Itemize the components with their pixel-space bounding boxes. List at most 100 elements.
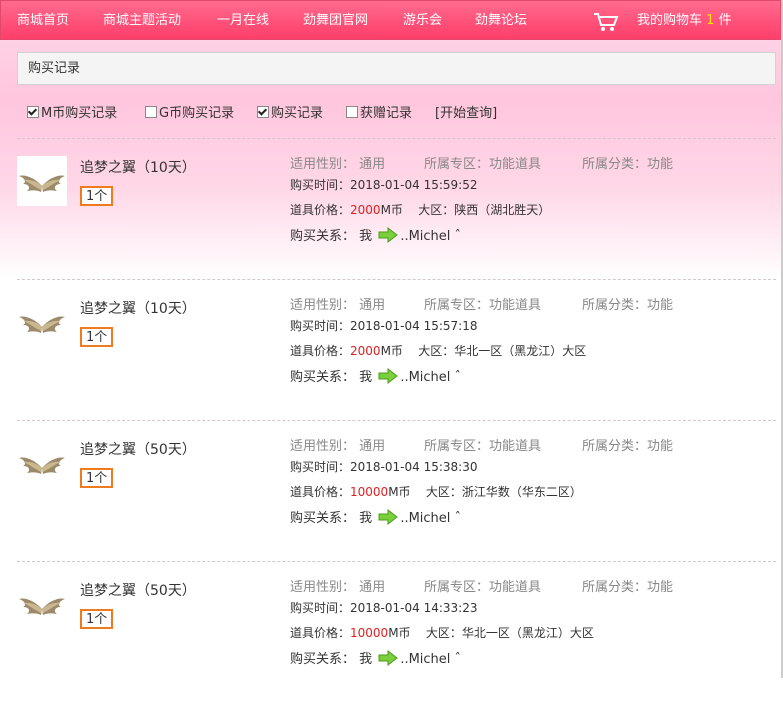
relation-me: 我 xyxy=(359,511,373,526)
purchase-relation: 购买关系： 我 ..Michel ˆ xyxy=(290,507,461,526)
cart-unit: 件 xyxy=(718,13,732,28)
filter-purchase[interactable]: 购买记录 xyxy=(257,105,323,123)
item-thumbnail xyxy=(17,297,67,347)
price-info: 道具价格：2000M币 大区：陕西（湖北胜天） xyxy=(290,201,550,218)
filter-g-coin[interactable]: G币购买记录 xyxy=(145,105,234,123)
category-info: 所属分类：功能 xyxy=(582,576,673,595)
zone-label: 所属专区： xyxy=(424,157,490,172)
gender-label: 适用性别： xyxy=(290,439,356,454)
record-row: 追梦之翼（50天） 1个 适用性别： 通用 所属专区：功能道具 所属分类：功能 购买时间：… xyxy=(0,561,781,702)
checkbox-g-coin[interactable] xyxy=(145,106,157,118)
page: 商城首页 商城主题活动 一月在线 劲舞团官网 游乐会 劲舞论坛 我的购物车 1 … xyxy=(0,0,783,678)
gender-info: 适用性别： 通用 xyxy=(290,294,385,313)
nav-item-forum[interactable]: 劲舞论坛 xyxy=(475,1,527,41)
nav-item-mall-events[interactable]: 商城主题活动 xyxy=(103,1,181,41)
relation-me: 我 xyxy=(359,370,373,385)
relation-label: 购买关系： xyxy=(290,370,356,385)
relation-label: 购买关系： xyxy=(290,511,356,526)
region-label: 大区： xyxy=(418,344,455,358)
purchase-relation: 购买关系： 我 ..Michel ˆ xyxy=(290,225,461,244)
item-thumbnail xyxy=(17,156,67,206)
relation-label: 购买关系： xyxy=(290,229,356,244)
zone-value: 功能道具 xyxy=(489,298,542,313)
time-label: 购买时间： xyxy=(290,460,351,474)
shopping-cart-icon[interactable] xyxy=(593,12,619,32)
purchase-relation: 购买关系： 我 ..Michel ˆ xyxy=(290,366,461,385)
zone-label: 所属专区： xyxy=(424,580,490,595)
category-label: 所属分类： xyxy=(582,157,648,172)
purchase-time: 购买时间：2018-01-04 14:33:23 xyxy=(290,599,477,616)
currency: M币 xyxy=(380,203,403,217)
price-value: 10000 xyxy=(350,626,389,640)
gender-info: 适用性别： 通用 xyxy=(290,153,385,172)
relation-label: 购买关系： xyxy=(290,652,356,667)
purchase-time: 购买时间：2018-01-04 15:59:52 xyxy=(290,176,477,193)
nav-item-mall-home[interactable]: 商城首页 xyxy=(17,1,69,41)
gender-value: 通用 xyxy=(359,298,386,313)
price-label: 道具价格： xyxy=(290,485,351,499)
zone-info: 所属专区：功能道具 xyxy=(424,435,541,454)
nav-item-january-online[interactable]: 一月在线 xyxy=(217,1,269,41)
item-name: 追梦之翼（10天） xyxy=(80,160,196,176)
top-nav: 商城首页 商城主题活动 一月在线 劲舞团官网 游乐会 劲舞论坛 我的购物车 1 … xyxy=(0,0,781,40)
category-label: 所属分类： xyxy=(582,580,648,595)
category-label: 所属分类： xyxy=(582,439,648,454)
region-value: 陕西（湖北胜天） xyxy=(454,203,551,217)
item-quantity: 1个 xyxy=(80,468,114,488)
region-value: 华北一区（黑龙江）大区 xyxy=(454,344,587,358)
item-quantity: 1个 xyxy=(80,327,114,347)
nav-item-amusement[interactable]: 游乐会 xyxy=(403,1,442,41)
category-label: 所属分类： xyxy=(582,298,648,313)
time-value: 2018-01-04 15:59:52 xyxy=(350,178,478,192)
price-label: 道具价格： xyxy=(290,203,351,217)
filter-gift[interactable]: 获赠记录 xyxy=(346,105,412,123)
price-info: 道具价格：10000M币 大区：浙江华数（华东二区） xyxy=(290,483,582,500)
item-name: 追梦之翼（50天） xyxy=(80,442,196,458)
gender-info: 适用性别： 通用 xyxy=(290,435,385,454)
category-info: 所属分类：功能 xyxy=(582,294,673,313)
arrow-right-icon xyxy=(376,650,400,667)
time-label: 购买时间： xyxy=(290,319,351,333)
category-value: 功能 xyxy=(647,580,674,595)
purchase-time: 购买时间：2018-01-04 15:57:18 xyxy=(290,317,477,334)
nav-item-official-site[interactable]: 劲舞团官网 xyxy=(303,1,368,41)
time-value: 2018-01-04 14:33:23 xyxy=(350,601,478,615)
gender-label: 适用性别： xyxy=(290,298,356,313)
category-value: 功能 xyxy=(647,298,674,313)
currency: M币 xyxy=(388,626,411,640)
region-label: 大区： xyxy=(425,485,462,499)
cart-count: 1 xyxy=(706,13,715,28)
zone-info: 所属专区：功能道具 xyxy=(424,294,541,313)
item-thumbnail xyxy=(17,438,67,488)
zone-label: 所属专区： xyxy=(424,439,490,454)
time-value: 2018-01-04 15:38:30 xyxy=(350,460,478,474)
price-label: 道具价格： xyxy=(290,344,351,358)
category-value: 功能 xyxy=(647,157,674,172)
relation-sender: ..Michel ˆ xyxy=(400,370,462,385)
price-label: 道具价格： xyxy=(290,626,351,640)
price-value: 10000 xyxy=(350,485,389,499)
arrow-right-icon xyxy=(376,227,400,244)
time-label: 购买时间： xyxy=(290,178,351,192)
price-value: 2000 xyxy=(350,203,381,217)
item-thumbnail xyxy=(17,579,67,629)
relation-me: 我 xyxy=(359,652,373,667)
filter-m-coin[interactable]: M币购买记录 xyxy=(27,105,117,123)
price-info: 道具价格：10000M币 大区：华北一区（黑龙江）大区 xyxy=(290,624,594,641)
price-value: 2000 xyxy=(350,344,381,358)
cart-label: 我的购物车 xyxy=(637,13,703,28)
category-info: 所属分类：功能 xyxy=(582,153,673,172)
item-quantity: 1个 xyxy=(80,186,114,206)
arrow-right-icon xyxy=(376,368,400,385)
filter-label: G币购买记录 xyxy=(159,106,235,121)
filter-label: M币购买记录 xyxy=(41,106,118,121)
category-info: 所属分类：功能 xyxy=(582,435,673,454)
cart-link[interactable]: 我的购物车 1 件 xyxy=(637,1,732,41)
zone-value: 功能道具 xyxy=(489,157,542,172)
gender-label: 适用性别： xyxy=(290,157,356,172)
checkbox-gift[interactable] xyxy=(346,106,358,118)
start-query-link[interactable]: [开始查询] xyxy=(435,105,497,123)
gender-label: 适用性别： xyxy=(290,580,356,595)
checkbox-m-coin[interactable] xyxy=(27,106,39,118)
checkbox-purchase[interactable] xyxy=(257,106,269,118)
